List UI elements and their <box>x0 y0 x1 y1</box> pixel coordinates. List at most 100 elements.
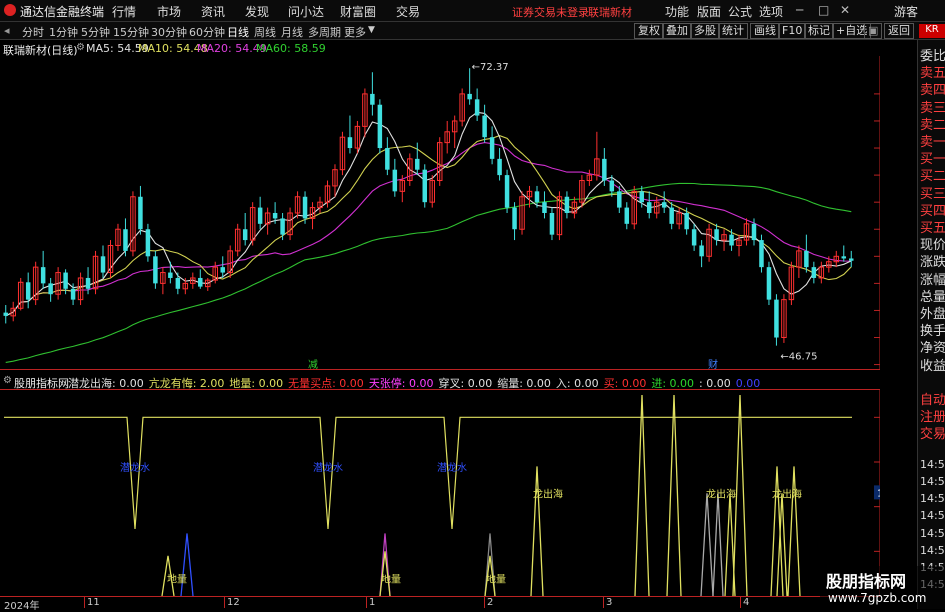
quote-panel-item: 卖四 <box>920 83 945 99</box>
menu-item-wealth[interactable]: 财富圈 <box>340 3 376 20</box>
statistics-button[interactable]: 统计 <box>718 23 748 39</box>
settings-gear-icon[interactable]: ⚙ <box>76 42 85 53</box>
candle-body <box>699 245 704 257</box>
tab-15min[interactable]: 15分钟 <box>113 24 149 40</box>
candle-body <box>646 202 652 213</box>
indicator-info-bar: ⚙ 股朋指标网 潜龙出海: 0.00 亢龙有悔: 2.00 地量: 0.00 无量买点… <box>0 373 880 390</box>
blue-spike <box>180 533 194 596</box>
candle-body <box>504 175 510 208</box>
quote-panel-item: 买三 <box>920 186 945 202</box>
candle-body <box>138 196 143 230</box>
indicator-settings-icon[interactable]: ⚙ <box>3 375 12 386</box>
menu-item-function[interactable]: 功能 <box>665 3 689 20</box>
tab-monthly[interactable]: 月线 <box>281 24 303 40</box>
adjust-button[interactable]: 复权 <box>634 23 664 39</box>
tab-30min[interactable]: 30分钟 <box>151 24 187 40</box>
menu-item-formula[interactable]: 公式 <box>728 3 752 20</box>
quote-panel-item: 卖五 <box>920 66 945 82</box>
candle-body <box>811 267 817 278</box>
menu-item-quotes[interactable]: 行情 <box>112 3 136 20</box>
quote-panel-item: 卖二 <box>920 117 945 133</box>
tab-1min[interactable]: 1分钟 <box>49 24 78 40</box>
title-bar: 通达信金融终端 行情 市场 资讯 发现 问小达 财富圈 交易 证券交易未登录 联… <box>0 0 945 22</box>
lock-icon[interactable]: ▣ <box>864 23 882 39</box>
back-arrow-icon[interactable]: ◂ <box>4 24 10 37</box>
candle-body <box>489 137 495 159</box>
candle-body <box>602 158 607 181</box>
date-tick: 12 <box>224 597 240 608</box>
tab-intraday[interactable]: 分时 <box>22 24 44 40</box>
candle-body <box>175 277 181 289</box>
timeframe-bar: ◂ 分时 1分钟 5分钟 15分钟 30分钟 60分钟 日线 周线 月线 多周期… <box>0 22 945 40</box>
back-button[interactable]: 返回 <box>884 23 914 39</box>
menu-item-layout[interactable]: 版面 <box>697 3 721 20</box>
quote-panel-item: 涨跌 <box>920 255 945 271</box>
qianlong-label: 潜龙水 <box>437 461 467 474</box>
maximize-icon[interactable]: □ <box>818 3 829 17</box>
quote-panel-item: 涨幅 <box>920 272 945 288</box>
quote-panel-item: 注册 <box>920 410 945 426</box>
candle-body <box>714 229 719 241</box>
candle-body <box>474 99 480 116</box>
date-tick: 2024年 <box>4 601 40 612</box>
candle-body <box>774 299 779 338</box>
quote-panel-item: 14:55 <box>920 492 945 506</box>
panel-badge: KR <box>919 24 945 38</box>
diliang-label: 地量 <box>381 573 401 586</box>
candle-body <box>3 312 8 316</box>
longchuhai-label: 龙出海 <box>533 488 563 501</box>
menu-item-trade[interactable]: 交易 <box>396 3 420 20</box>
menu-item-options[interactable]: 选项 <box>759 3 783 20</box>
tab-daily[interactable]: 日线 <box>227 24 249 40</box>
candle-body <box>729 234 734 246</box>
quote-panel-item: 净资 <box>920 341 945 357</box>
date-tick: 3 <box>603 597 612 608</box>
candle-body <box>48 283 53 295</box>
diliang-label: 地量 <box>486 573 506 586</box>
qianlong-label: 潜龙水 <box>120 461 150 474</box>
candle-body <box>63 272 68 289</box>
more-dropdown-icon[interactable]: ▼ <box>368 25 375 35</box>
ma60-value: MA60: 58.59 <box>256 42 326 55</box>
tab-more[interactable]: 更多 <box>344 24 366 40</box>
diliang-label: 地量 <box>167 573 187 586</box>
menu-item-ask[interactable]: 问小达 <box>288 3 324 20</box>
date-tick: 2 <box>484 597 493 608</box>
guest-label[interactable]: 游客 <box>894 3 918 20</box>
f10-button[interactable]: F10 <box>778 23 807 39</box>
price-chart[interactable]: 70.0067.5065.0062.5060.0057.5055.0052.50… <box>0 56 880 370</box>
longchuhai-spike <box>787 466 801 596</box>
candle-body <box>415 158 420 170</box>
kanglong-spike <box>666 394 682 596</box>
multi-stock-button[interactable]: 多股 <box>690 23 720 39</box>
high-price-label: ←72.37 <box>472 62 509 73</box>
candle-body <box>168 272 173 278</box>
candle-body <box>40 267 46 284</box>
tab-weekly[interactable]: 周线 <box>254 24 276 40</box>
menu-item-news[interactable]: 资讯 <box>201 3 225 20</box>
mark-button[interactable]: 标记 <box>804 23 834 39</box>
overlay-button[interactable]: 叠加 <box>662 23 692 39</box>
tab-60min[interactable]: 60分钟 <box>189 24 225 40</box>
app-logo-icon <box>4 4 16 16</box>
candle-body <box>385 148 390 170</box>
menu-item-market[interactable]: 市场 <box>157 3 181 20</box>
quote-panel-item: 买五 <box>920 221 945 236</box>
tab-5min[interactable]: 5分钟 <box>81 24 110 40</box>
menu-item-discover[interactable]: 发现 <box>245 3 269 20</box>
login-status[interactable]: 证券交易未登录 <box>512 4 589 20</box>
tab-multi-period[interactable]: 多周期 <box>308 24 341 40</box>
ma-info-bar: 联瑞新材(日线) ⚙ MA5: 54.59 MA10: 54.48 MA20: … <box>0 40 880 57</box>
candle-body <box>482 115 487 138</box>
indicator-chart[interactable]: 2.001.501.000.501.16潜龙水潜龙水潜龙水地量地量地量龙出海龙出… <box>0 389 880 596</box>
close-icon[interactable]: ✕ <box>840 3 850 17</box>
candle-body <box>467 93 472 100</box>
quote-panel-item: 买二 <box>920 169 945 185</box>
candle-body <box>766 267 772 300</box>
draw-line-button[interactable]: 画线 <box>750 23 780 39</box>
candle-body <box>145 229 151 257</box>
watermark-url: www.7gpzb.com <box>828 591 927 605</box>
candle-body <box>841 256 847 259</box>
minimize-icon[interactable]: ─ <box>796 3 803 17</box>
candle-body <box>534 191 540 203</box>
